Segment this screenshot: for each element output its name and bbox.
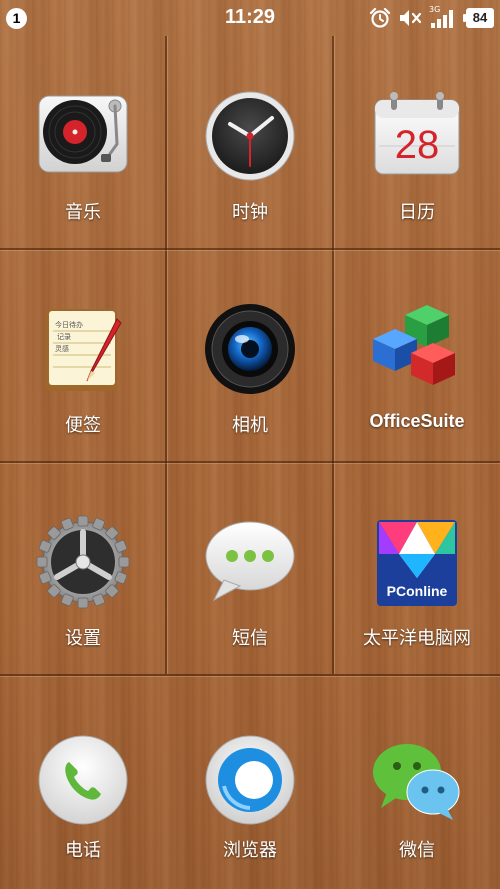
message-bubble-icon bbox=[202, 514, 298, 610]
music-turntable-icon bbox=[35, 88, 131, 184]
app-camera[interactable]: 相机 bbox=[167, 249, 333, 461]
gear-icon bbox=[35, 514, 131, 610]
pconline-icon: PConline bbox=[369, 514, 465, 610]
app-label: 相机 bbox=[232, 415, 268, 436]
app-label: 浏览器 bbox=[223, 840, 277, 861]
note-line: 记录 bbox=[57, 333, 71, 341]
app-label: 电话 bbox=[65, 840, 101, 861]
dock-wechat[interactable]: 微信 bbox=[334, 676, 500, 889]
alarm-icon bbox=[369, 7, 391, 28]
status-icons: 3G 84 bbox=[369, 5, 494, 30]
app-notes[interactable]: 今日待办 记录 灵感 便签 bbox=[0, 249, 166, 461]
app-label: 音乐 bbox=[65, 202, 101, 223]
app-label: 日历 bbox=[399, 202, 435, 223]
dock-phone[interactable]: 电话 bbox=[0, 676, 166, 889]
mute-icon bbox=[400, 10, 422, 26]
app-label: 设置 bbox=[65, 628, 101, 649]
signal-icon: 3G bbox=[429, 5, 459, 29]
app-label: 太平洋电脑网 bbox=[363, 628, 471, 649]
dock: 电话 浏览器 微信 bbox=[0, 676, 500, 889]
app-label: 短信 bbox=[232, 628, 268, 649]
notepad-icon: 今日待办 记录 灵感 bbox=[35, 301, 131, 397]
pconline-logo-text: PConline bbox=[387, 583, 448, 599]
calendar-date: 28 bbox=[395, 123, 440, 167]
app-pconline[interactable]: PConline 太平洋电脑网 bbox=[334, 462, 500, 674]
wechat-icon bbox=[371, 734, 463, 826]
app-messages[interactable]: 短信 bbox=[167, 462, 333, 674]
note-line: 灵感 bbox=[55, 344, 69, 353]
battery-icon: 84 bbox=[463, 8, 494, 28]
calendar-icon: 28 bbox=[369, 88, 465, 184]
phone-icon bbox=[37, 734, 129, 826]
app-music[interactable]: 音乐 bbox=[0, 36, 166, 248]
note-line: 今日待办 bbox=[55, 320, 83, 329]
browser-icon bbox=[204, 734, 296, 826]
clock-icon bbox=[202, 88, 298, 184]
camera-lens-icon bbox=[202, 301, 298, 397]
app-officesuite[interactable]: OfficeSuite bbox=[334, 249, 500, 461]
status-bar: 1 11:29 3G 84 bbox=[0, 0, 500, 36]
app-settings[interactable]: 设置 bbox=[0, 462, 166, 674]
app-label: 便签 bbox=[65, 415, 101, 436]
app-label: 时钟 bbox=[232, 202, 268, 223]
dock-browser[interactable]: 浏览器 bbox=[167, 676, 333, 889]
officesuite-cubes-icon bbox=[369, 301, 465, 397]
app-label: 微信 bbox=[399, 840, 435, 861]
app-clock[interactable]: 时钟 bbox=[167, 36, 333, 248]
app-label: OfficeSuite bbox=[369, 411, 465, 431]
app-calendar[interactable]: 28 日历 bbox=[334, 36, 500, 248]
